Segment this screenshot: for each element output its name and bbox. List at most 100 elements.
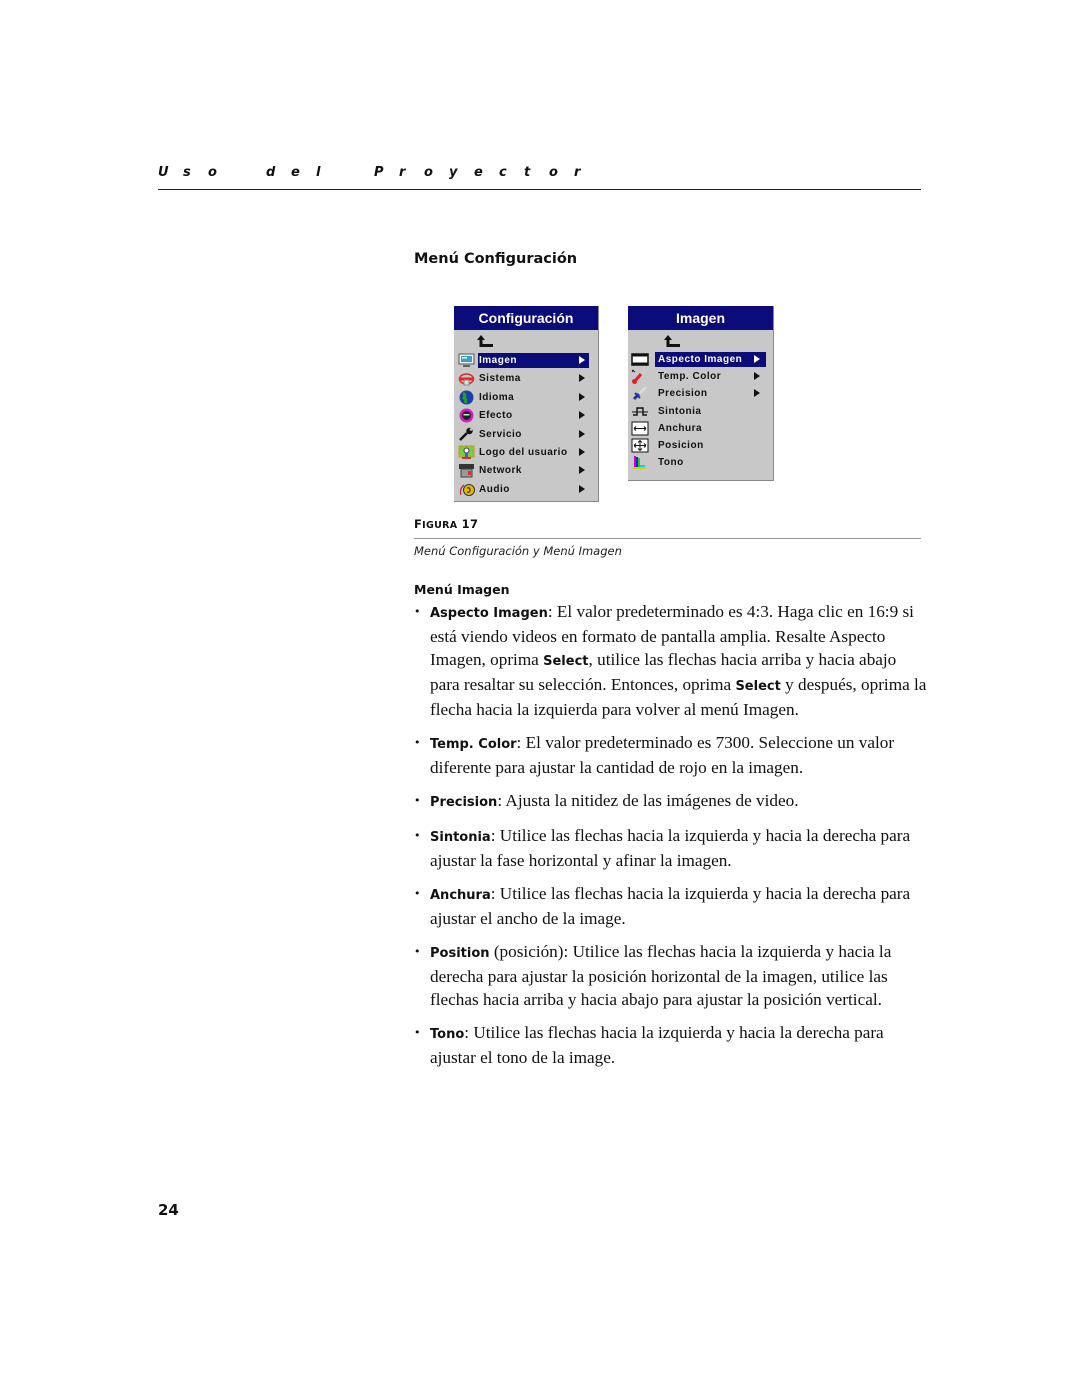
menu-item-logo-del-usuario: Logo del usuario xyxy=(454,444,598,462)
menu-item-network: Network xyxy=(454,462,598,480)
menu-item-label: Sistema xyxy=(479,373,521,385)
bullet-item: • Temp. Color: El valor predeterminado es… xyxy=(414,733,895,777)
bullet-term: Temp. Color xyxy=(430,737,517,752)
imagen-menu-screenshot: Imagen Aspecto Imagen Temp. Color Precisio… xyxy=(628,306,774,481)
figure-label-text: FIGURA 17 xyxy=(414,517,479,531)
menu-item-label: Servicio xyxy=(479,428,522,440)
running-head-word: Uso xyxy=(158,165,217,180)
bullet-term: Precision xyxy=(430,795,498,810)
section-title: Menú Configuración xyxy=(414,251,578,267)
user-logo-icon xyxy=(458,445,475,460)
effect-icon xyxy=(458,408,475,423)
page-number: 24 xyxy=(158,1201,179,1219)
key-name: Select xyxy=(735,679,781,694)
menu-title: Imagen xyxy=(628,306,773,330)
running-head-word: del xyxy=(266,165,321,180)
submenu-arrow-icon xyxy=(754,372,760,381)
menu-item-label: Network xyxy=(479,465,522,477)
menu-item-label: Imagen xyxy=(478,353,589,368)
bullet-item: • Position (posición): Utilice las flecha… xyxy=(414,942,892,1009)
menu-item-servicio: Servicio xyxy=(454,426,598,444)
bullet-term: Position xyxy=(430,946,490,961)
running-head: Uso del Proyector xyxy=(158,165,921,180)
header-rule xyxy=(158,189,921,190)
menu-item-aspecto-imagen: Aspecto Imagen xyxy=(628,351,773,368)
bullet-item: • Aspecto Imagen: El valor predeterminado… xyxy=(414,602,927,719)
width-icon xyxy=(631,421,649,436)
menu-item-label: Audio xyxy=(479,483,510,495)
menu-item-efecto: Efecto xyxy=(454,407,598,425)
menu-item-label: Anchura xyxy=(658,422,703,434)
audio-icon xyxy=(458,482,475,497)
menu-item-label: Efecto xyxy=(479,410,513,422)
bullet-term: Sintonia xyxy=(430,830,491,845)
submenu-arrow-icon xyxy=(754,355,760,363)
submenu-arrow-icon xyxy=(754,389,760,398)
submenu-arrow-icon xyxy=(579,466,585,475)
tracking-icon xyxy=(631,404,648,419)
submenu-arrow-icon xyxy=(579,356,585,364)
position-icon xyxy=(631,438,649,453)
bullet-item: • Precision: Ajusta la nitidez de las imá… xyxy=(414,791,799,810)
bullet-icon: • xyxy=(414,887,421,900)
menu-item-temp-color: Temp. Color xyxy=(628,368,773,385)
menu-item-label: Temp. Color xyxy=(658,371,722,383)
wrench-icon xyxy=(458,427,475,442)
system-icon xyxy=(458,371,475,386)
menu-item-tono: Tono xyxy=(628,454,773,471)
menu-item-audio: Audio xyxy=(454,481,598,499)
menu-item-label: Aspecto Imagen xyxy=(655,352,766,367)
menu-item-label: Posicion xyxy=(658,439,704,451)
submenu-arrow-icon xyxy=(579,447,585,456)
submenu-arrow-icon xyxy=(579,392,585,401)
back-button xyxy=(454,330,598,352)
bullet-item: • Tono: Utilice las flechas hacia la izqu… xyxy=(414,1023,884,1067)
submenu-arrow-icon xyxy=(579,374,585,383)
menu-title: Configuración xyxy=(454,306,598,330)
key-name: Select xyxy=(543,654,589,669)
configuracion-menu-screenshot: Configuración Imagen Sistema Idioma Efecto S… xyxy=(454,306,599,502)
sharpness-icon xyxy=(631,386,648,401)
menu-item-label: Tono xyxy=(658,457,684,469)
network-icon xyxy=(458,463,475,478)
figure-label: FIGURA 17 xyxy=(414,517,478,531)
tint-icon xyxy=(631,455,648,470)
submenu-arrow-icon xyxy=(579,484,585,493)
menu-item-precision: Precision xyxy=(628,385,773,402)
monitor-icon xyxy=(458,353,475,368)
menu-item-label: Logo del usuario xyxy=(479,446,568,458)
back-arrow-icon xyxy=(664,335,680,347)
bullet-item: • Anchura: Utilice las flechas hacia la i… xyxy=(414,884,911,928)
bullet-icon: • xyxy=(414,945,421,958)
bullet-icon: • xyxy=(414,829,421,842)
bullet-item: • Sintonia: Utilice las flechas hacia la … xyxy=(414,826,911,870)
running-head-word: Proyector xyxy=(374,165,581,180)
submenu-arrow-icon xyxy=(579,429,585,438)
back-button xyxy=(628,330,773,351)
bullet-icon: • xyxy=(414,736,421,749)
menu-item-imagen: Imagen xyxy=(454,352,598,370)
menu-item-idioma: Idioma xyxy=(454,389,598,407)
menu-item-posicion: Posicion xyxy=(628,437,773,454)
bullet-icon: • xyxy=(414,1026,421,1039)
subsection-title: Menú Imagen xyxy=(414,582,510,597)
thermometer-icon xyxy=(631,369,648,385)
menu-item-anchura: Anchura xyxy=(628,420,773,437)
menu-item-sistema: Sistema xyxy=(454,370,598,388)
menu-item-sintonia: Sintonia xyxy=(628,403,773,420)
back-arrow-icon xyxy=(477,335,493,347)
globe-icon xyxy=(458,390,475,405)
bullet-list: • Aspecto Imagen: El valor predeterminado… xyxy=(414,600,929,1079)
figure-caption: Menú Configuración y Menú Imagen xyxy=(414,544,622,558)
bullet-term: Aspecto Imagen xyxy=(430,606,548,621)
bullet-term: Tono xyxy=(430,1027,465,1042)
menu-item-label: Sintonia xyxy=(658,405,702,417)
bullet-icon: • xyxy=(414,605,421,618)
menu-item-label: Precision xyxy=(658,388,708,400)
submenu-arrow-icon xyxy=(579,411,585,420)
figure-rule xyxy=(414,538,921,539)
bullet-term: Anchura xyxy=(430,888,491,903)
aspect-ratio-icon xyxy=(631,352,649,367)
menu-item-label: Idioma xyxy=(479,391,515,403)
bullet-icon: • xyxy=(414,794,421,807)
